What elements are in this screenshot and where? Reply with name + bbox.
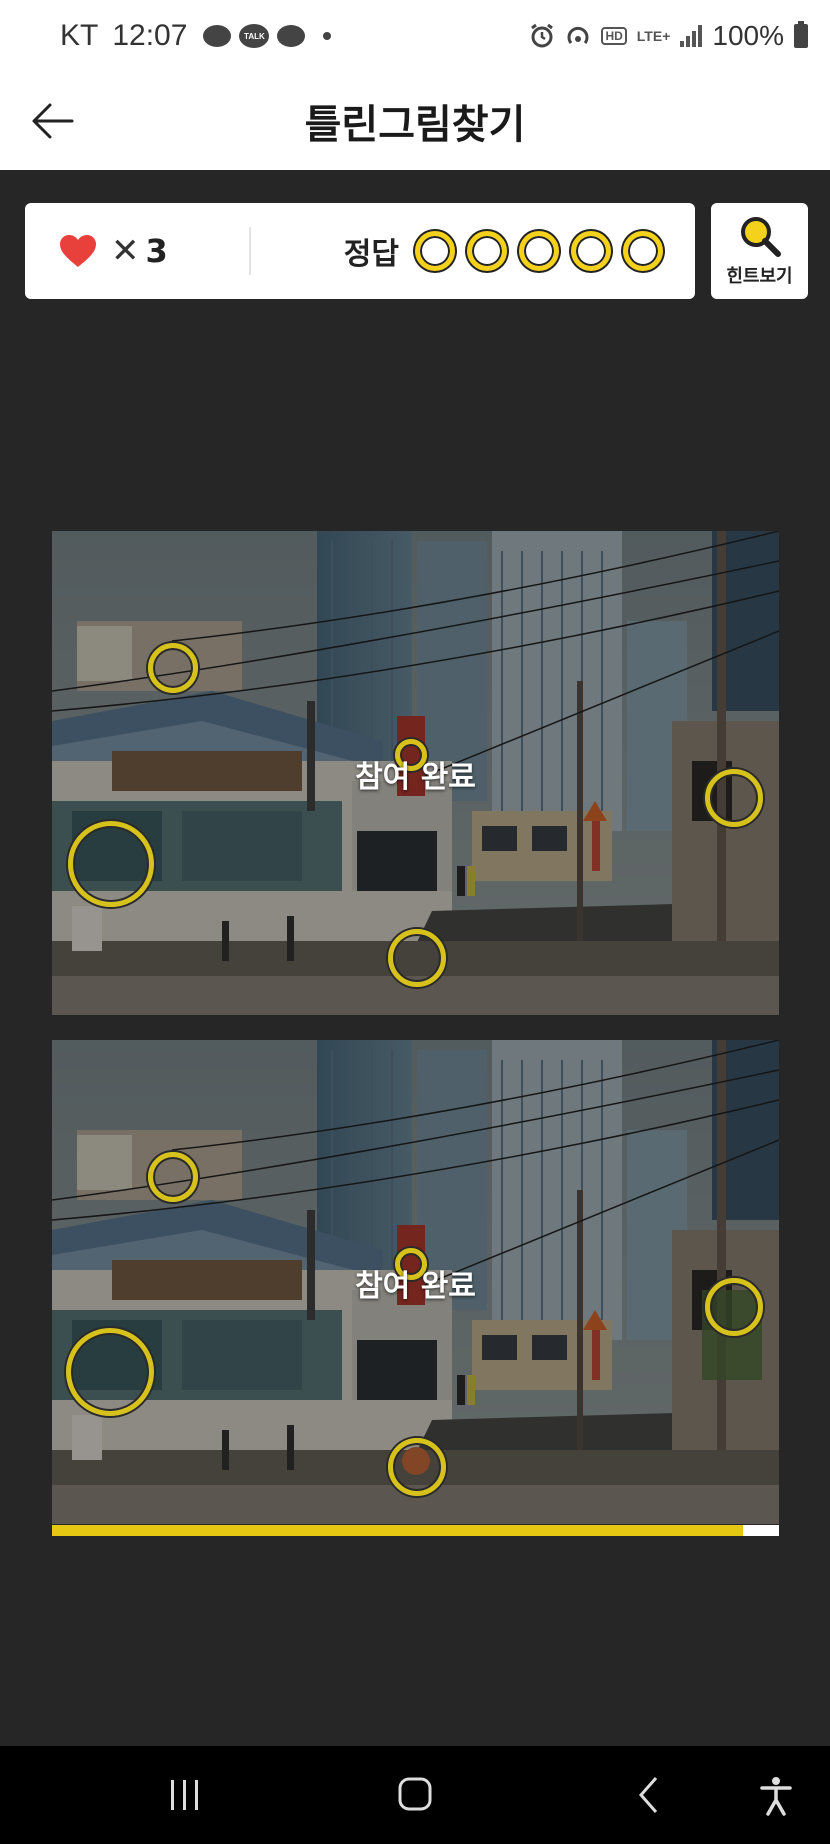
answer-slot <box>467 231 507 271</box>
score-card: ✕ 3 정답 <box>25 203 695 299</box>
back-button[interactable] <box>28 96 78 146</box>
answer-slot <box>571 231 611 271</box>
signal-icon <box>680 25 703 47</box>
alarm-icon <box>531 23 554 48</box>
lives-count: 3 <box>145 232 168 270</box>
hotspot-icon <box>568 26 589 44</box>
time-progress-fill <box>52 1525 743 1536</box>
found-marker <box>148 643 198 693</box>
completed-overlay-label: 참여 완료 <box>355 1269 476 1304</box>
multiply-icon: ✕ <box>111 231 140 271</box>
carrier-label: KT <box>60 19 99 52</box>
clock: 12:07 <box>112 19 188 52</box>
heart-icon <box>60 235 96 267</box>
lives-counter: ✕ 3 <box>25 227 251 275</box>
answer-slot <box>623 231 663 271</box>
kakaotalk-icon: TALK <box>239 24 270 48</box>
more-notifications-icon <box>323 32 332 40</box>
notification-chat-icon <box>203 25 232 47</box>
recent-apps-icon[interactable] <box>168 1774 202 1816</box>
found-marker <box>148 1152 198 1202</box>
accessibility-icon[interactable] <box>758 1774 794 1816</box>
answers-panel: 정답 <box>344 229 695 273</box>
found-marker <box>388 929 446 987</box>
arrow-left-icon <box>32 103 74 139</box>
hint-button[interactable]: 힌트보기 <box>711 203 808 299</box>
completed-overlay-label: 참여 완료 <box>355 760 476 795</box>
notification-chat-icon <box>277 25 306 47</box>
answer-label: 정답 <box>343 237 399 272</box>
found-marker <box>66 1328 154 1416</box>
status-right: HD LTE+ 100% <box>529 20 808 52</box>
hd-icon: HD <box>601 27 627 45</box>
home-icon[interactable] <box>397 1774 433 1816</box>
magnifier-icon <box>740 217 781 257</box>
time-progress-bar <box>52 1525 779 1536</box>
system-nav-bar <box>0 1746 830 1844</box>
app-header: 틀린그림찾기 <box>0 72 830 170</box>
page-title: 틀린그림찾기 <box>304 102 526 148</box>
found-marker <box>388 1438 446 1496</box>
battery-icon <box>794 21 808 48</box>
hint-label: 힌트보기 <box>726 266 793 287</box>
answer-slot <box>519 231 559 271</box>
network-type: LTE+ <box>636 28 671 44</box>
status-left: KT 12:07 TALK <box>60 19 332 53</box>
found-marker <box>68 821 154 907</box>
chevron-left-icon[interactable] <box>636 1774 662 1816</box>
battery-percent: 100% <box>712 20 784 51</box>
modified-picture[interactable]: 참여 완료 <box>52 1040 779 1524</box>
answer-slot <box>415 231 455 271</box>
status-bar: KT 12:07 TALK HD LTE+ 100% <box>0 0 830 72</box>
original-picture[interactable]: 참여 완료 <box>52 531 779 1015</box>
